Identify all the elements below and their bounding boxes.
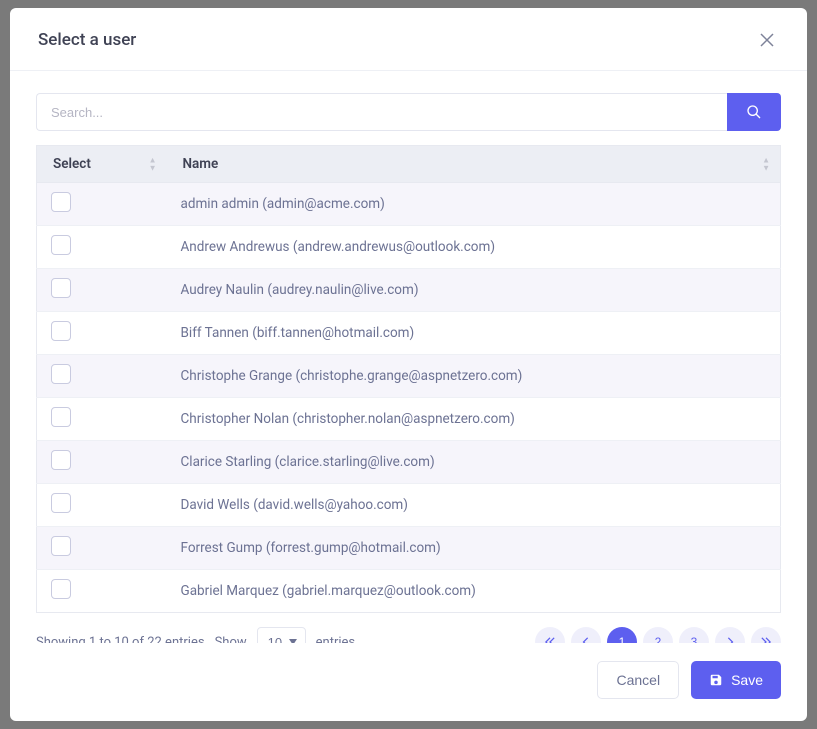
row-checkbox[interactable] bbox=[51, 407, 71, 427]
table-footer: Showing 1 to 10 of 22 entries Show 10 en… bbox=[36, 627, 781, 643]
search-input[interactable] bbox=[36, 93, 727, 131]
page-size-select[interactable]: 10 bbox=[257, 627, 306, 643]
row-checkbox[interactable] bbox=[51, 493, 71, 513]
row-checkbox[interactable] bbox=[51, 579, 71, 599]
table-row: Gabriel Marquez (gabriel.marquez@outlook… bbox=[37, 570, 781, 613]
row-checkbox[interactable] bbox=[51, 450, 71, 470]
search-button[interactable] bbox=[727, 93, 781, 131]
user-name-cell: Christophe Grange (christophe.grange@asp… bbox=[167, 355, 781, 398]
footer-left: Showing 1 to 10 of 22 entries Show 10 en… bbox=[36, 627, 355, 643]
close-button[interactable] bbox=[755, 28, 779, 52]
table-row: Forrest Gump (forrest.gump@hotmail.com) bbox=[37, 527, 781, 570]
row-checkbox[interactable] bbox=[51, 278, 71, 298]
modal-body: Select ▲▼ Name ▲▼ admin admin (admin@acm… bbox=[10, 71, 807, 643]
table-row: admin admin (admin@acme.com) bbox=[37, 183, 781, 226]
user-name-cell: Biff Tannen (biff.tannen@hotmail.com) bbox=[167, 312, 781, 355]
sort-icon: ▲▼ bbox=[149, 157, 157, 172]
modal-header: Select a user bbox=[10, 8, 807, 71]
table-row: Christopher Nolan (christopher.nolan@asp… bbox=[37, 398, 781, 441]
user-name-cell: Gabriel Marquez (gabriel.marquez@outlook… bbox=[167, 570, 781, 613]
page-last-button[interactable] bbox=[751, 627, 781, 643]
column-label: Name bbox=[183, 156, 219, 172]
page-number-button[interactable]: 3 bbox=[679, 627, 709, 643]
row-checkbox[interactable] bbox=[51, 235, 71, 255]
close-icon bbox=[760, 33, 774, 47]
entries-label: entries bbox=[316, 635, 356, 644]
user-name-cell: Forrest Gump (forrest.gump@hotmail.com) bbox=[167, 527, 781, 570]
modal-title: Select a user bbox=[38, 30, 136, 50]
column-header-select[interactable]: Select ▲▼ bbox=[37, 146, 167, 183]
show-label: Show bbox=[215, 635, 247, 644]
pagination: 1 2 3 bbox=[535, 627, 781, 643]
user-name-cell: Christopher Nolan (christopher.nolan@asp… bbox=[167, 398, 781, 441]
page-number-button[interactable]: 1 bbox=[607, 627, 637, 643]
user-name-cell: David Wells (david.wells@yahoo.com) bbox=[167, 484, 781, 527]
row-checkbox[interactable] bbox=[51, 321, 71, 341]
page-number-button[interactable]: 2 bbox=[643, 627, 673, 643]
table-row: Audrey Naulin (audrey.naulin@live.com) bbox=[37, 269, 781, 312]
page-prev-button[interactable] bbox=[571, 627, 601, 643]
user-name-cell: admin admin (admin@acme.com) bbox=[167, 183, 781, 226]
save-icon bbox=[709, 673, 723, 687]
users-table: Select ▲▼ Name ▲▼ admin admin (admin@acm… bbox=[36, 145, 781, 613]
save-button[interactable]: Save bbox=[691, 661, 781, 699]
save-button-label: Save bbox=[731, 672, 763, 688]
column-header-name[interactable]: Name ▲▼ bbox=[167, 146, 781, 183]
table-row: David Wells (david.wells@yahoo.com) bbox=[37, 484, 781, 527]
table-row: Biff Tannen (biff.tannen@hotmail.com) bbox=[37, 312, 781, 355]
search-row bbox=[36, 93, 781, 131]
row-checkbox[interactable] bbox=[51, 364, 71, 384]
cancel-button[interactable]: Cancel bbox=[597, 661, 679, 699]
sort-icon: ▲▼ bbox=[762, 157, 770, 172]
select-user-modal: Select a user Select ▲▼ Name ▲▼ bbox=[10, 8, 807, 721]
user-name-cell: Andrew Andrewus (andrew.andrewus@outlook… bbox=[167, 226, 781, 269]
page-first-button[interactable] bbox=[535, 627, 565, 643]
table-row: Andrew Andrewus (andrew.andrewus@outlook… bbox=[37, 226, 781, 269]
table-row: Christophe Grange (christophe.grange@asp… bbox=[37, 355, 781, 398]
modal-footer: Cancel Save bbox=[10, 643, 807, 721]
table-row: Clarice Starling (clarice.starling@live.… bbox=[37, 441, 781, 484]
page-next-button[interactable] bbox=[715, 627, 745, 643]
entries-info: Showing 1 to 10 of 22 entries bbox=[36, 635, 205, 644]
row-checkbox[interactable] bbox=[51, 536, 71, 556]
column-label: Select bbox=[53, 156, 91, 172]
row-checkbox[interactable] bbox=[51, 192, 71, 212]
user-name-cell: Audrey Naulin (audrey.naulin@live.com) bbox=[167, 269, 781, 312]
search-icon bbox=[746, 104, 762, 120]
user-name-cell: Clarice Starling (clarice.starling@live.… bbox=[167, 441, 781, 484]
